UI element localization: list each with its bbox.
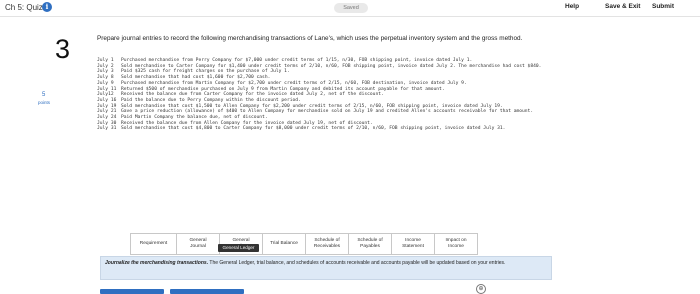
transaction-row: July 31 Sold merchandise that cost $4,800… xyxy=(97,126,567,132)
instructions-box: Journalize the merchandising transaction… xyxy=(100,256,552,280)
zoom-icon[interactable]: ⊕ xyxy=(476,284,486,294)
tab-requirement[interactable]: Requirement xyxy=(130,233,177,255)
tab-general-journal[interactable]: General Journal xyxy=(176,233,220,255)
points-value: 5 xyxy=(42,92,46,98)
instructions-text: The General Ledger, trial balance, and s… xyxy=(208,260,506,266)
tab-schedule-payables[interactable]: Schedule of Payables xyxy=(348,233,392,255)
tab-income-statement[interactable]: Income Statement xyxy=(391,233,435,255)
tab-impact-on-income[interactable]: Impact on Income xyxy=(434,233,478,255)
tab-bar: Requirement GeneralJournal GeneralLedger… xyxy=(130,233,478,255)
question-prompt: Prepare journal entries to record the fo… xyxy=(97,35,523,42)
tooltip: General Ledger xyxy=(218,244,259,252)
view-general-journal-button[interactable] xyxy=(170,289,244,294)
transaction-date: July 31 xyxy=(97,126,117,132)
question-number: 3 xyxy=(55,34,71,64)
saved-status: Saved xyxy=(334,3,368,13)
instructions-heading: Journalize the merchandising transaction… xyxy=(105,260,209,266)
top-bar: Ch 5: Quiz i Saved Help Save & Exit Subm… xyxy=(0,0,700,17)
view-transaction-list-button[interactable] xyxy=(100,289,164,294)
transactions-list: July 1 Purchased merchandise from Perry C… xyxy=(97,58,567,132)
points-label: points xyxy=(38,100,51,105)
submit-button[interactable]: Submit xyxy=(652,3,674,10)
tab-trial-balance[interactable]: Trial Balance xyxy=(262,233,306,255)
save-exit-button[interactable]: Save & Exit xyxy=(605,3,640,10)
tab-schedule-receivables[interactable]: Schedule of Receivables xyxy=(305,233,349,255)
info-icon[interactable]: i xyxy=(42,2,52,12)
quiz-title: Ch 5: Quiz xyxy=(5,3,43,12)
transaction-text: Sold merchandise that cost $4,800 to Car… xyxy=(121,126,506,132)
help-button[interactable]: Help xyxy=(565,3,579,10)
